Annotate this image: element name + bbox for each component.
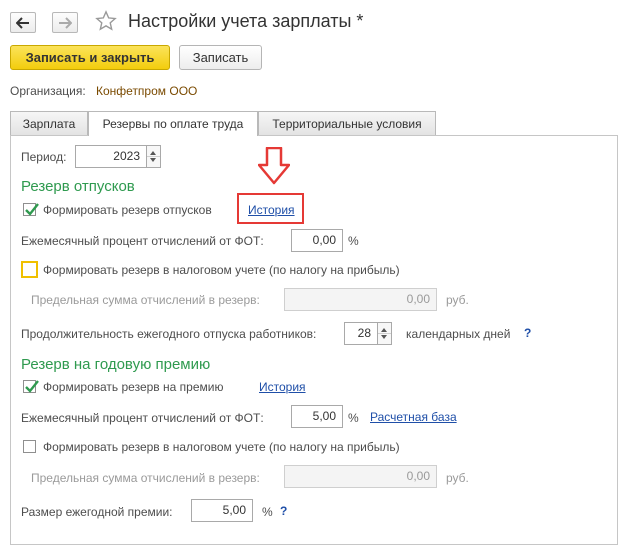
bonus-help-link[interactable]: ?	[280, 504, 287, 518]
vacation-percent-input[interactable]: 0,00	[291, 229, 343, 252]
vacation-duration-input[interactable]: 28	[344, 322, 378, 345]
arrow-left-icon	[16, 16, 29, 29]
tab-salary[interactable]: Зарплата	[10, 111, 88, 135]
bonus-percent-sign: %	[348, 411, 359, 425]
bonus-section-title: Резерв на годовую премию	[21, 356, 211, 373]
bonus-limit-label: Предельная сумма отчислений в резерв:	[31, 471, 260, 485]
back-button[interactable]	[10, 12, 36, 33]
bonus-percent-label: Ежемесячный процент отчислений от ФОТ:	[21, 411, 264, 425]
bonus-annual-size-unit: %	[262, 505, 273, 519]
vacation-tax-reserve-checkbox[interactable]	[21, 261, 38, 278]
tab-territorial[interactable]: Территориальные условия	[258, 111, 436, 135]
vacation-section-title: Резерв отпусков	[21, 178, 135, 195]
bonus-tax-reserve-label: Формировать резерв в налоговом учете (по…	[43, 440, 400, 454]
bonus-reserve-label: Формировать резерв на премию	[43, 380, 224, 394]
arrow-right-icon	[59, 16, 72, 29]
period-spinner[interactable]	[147, 145, 161, 168]
vacation-duration-label: Продолжительность ежегодного отпуска раб…	[21, 327, 317, 341]
vacation-help-link[interactable]: ?	[524, 326, 531, 340]
bonus-history-link[interactable]: История	[259, 380, 306, 394]
bonus-limit-unit: руб.	[446, 471, 469, 485]
page-title: Настройки учета зарплаты *	[128, 11, 364, 31]
bonus-limit-input[interactable]: 0,00	[284, 465, 437, 488]
favorite-star-icon[interactable]	[95, 10, 117, 35]
bonus-tax-reserve-checkbox[interactable]	[23, 440, 36, 453]
bonus-annual-size-input[interactable]: 5,00	[191, 499, 253, 522]
vacation-percent-sign: %	[348, 234, 359, 248]
save-button[interactable]: Записать	[179, 45, 262, 70]
vacation-history-link[interactable]: История	[248, 203, 295, 217]
vacation-percent-label: Ежемесячный процент отчислений от ФОТ:	[21, 234, 264, 248]
organization-value[interactable]: Конфетпром ООО	[96, 84, 197, 98]
vacation-limit-unit: руб.	[446, 293, 469, 307]
vacation-duration-spinner[interactable]	[378, 322, 392, 345]
save-and-close-button[interactable]: Записать и закрыть	[10, 45, 170, 70]
vacation-limit-input[interactable]: 0,00	[284, 288, 437, 311]
vacation-reserve-checkbox[interactable]	[23, 203, 39, 216]
forward-button[interactable]	[52, 12, 78, 33]
vacation-limit-label: Предельная сумма отчислений в резерв:	[31, 293, 260, 307]
tab-reserves[interactable]: Резервы по оплате труда	[88, 111, 258, 136]
period-input[interactable]: 2023	[75, 145, 147, 168]
checkmark-icon	[25, 380, 39, 393]
period-label: Период:	[21, 150, 67, 164]
organization-label: Организация:	[10, 84, 86, 98]
bonus-base-link[interactable]: Расчетная база	[370, 410, 457, 424]
annotation-arrow-icon	[258, 147, 290, 185]
vacation-duration-unit: календарных дней	[406, 327, 511, 341]
bonus-percent-input[interactable]: 5,00	[291, 405, 343, 428]
bonus-annual-size-label: Размер ежегодной премии:	[21, 505, 173, 519]
bonus-reserve-checkbox[interactable]	[23, 380, 39, 393]
checkmark-icon	[25, 203, 39, 216]
vacation-reserve-label: Формировать резерв отпусков	[43, 203, 212, 217]
vacation-tax-reserve-label: Формировать резерв в налоговом учете (по…	[43, 263, 400, 277]
